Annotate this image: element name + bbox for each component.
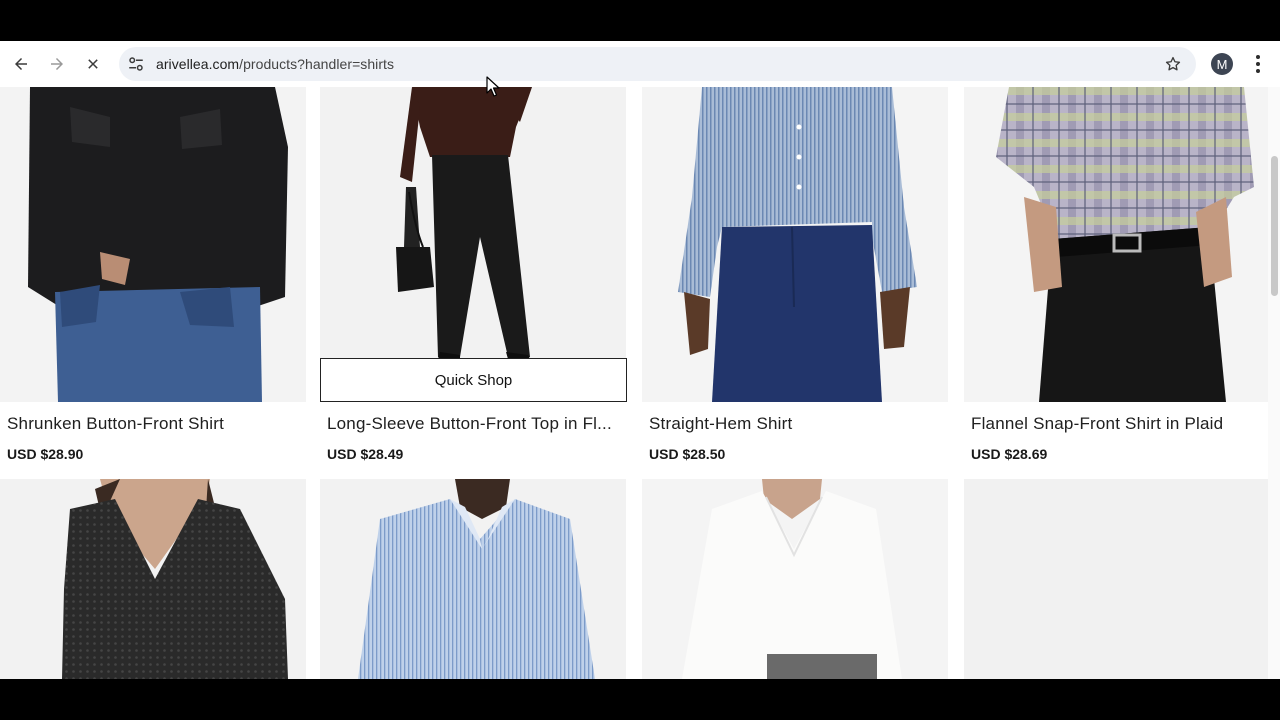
- address-bar[interactable]: arivellea.com/products?handler=shirts: [119, 47, 1196, 81]
- product-image[interactable]: [642, 87, 948, 402]
- close-icon: [88, 59, 98, 69]
- video-letterbox-top: [0, 0, 1280, 41]
- profile-avatar[interactable]: M: [1211, 53, 1233, 75]
- product-image[interactable]: [0, 479, 306, 679]
- url-path: /products?handler=shirts: [239, 56, 395, 72]
- product-image[interactable]: [320, 479, 626, 679]
- product-price: USD $28.50: [649, 446, 726, 462]
- product-name[interactable]: Flannel Snap-Front Shirt in Plaid: [971, 414, 1261, 434]
- arrow-right-icon: [51, 58, 63, 70]
- product-grid-page: Shrunken Button-Front Shirt USD $28.90 Q…: [0, 87, 1280, 679]
- product-image[interactable]: [642, 479, 948, 679]
- url-text[interactable]: arivellea.com/products?handler=shirts: [156, 56, 394, 72]
- browser-toolbar: arivellea.com/products?handler=shirts M: [0, 41, 1280, 87]
- back-button[interactable]: [7, 50, 35, 78]
- product-image-placeholder[interactable]: [964, 479, 1270, 679]
- product-price: USD $28.49: [327, 446, 404, 462]
- product-image[interactable]: [320, 87, 626, 402]
- product-price: USD $28.69: [971, 446, 1048, 462]
- product-name[interactable]: Straight-Hem Shirt: [649, 414, 939, 434]
- product-name[interactable]: Long-Sleeve Button-Front Top in Fl...: [327, 414, 617, 434]
- profile-initial: M: [1216, 56, 1228, 72]
- product-name[interactable]: Shrunken Button-Front Shirt: [7, 414, 297, 434]
- site-settings-icon[interactable]: [127, 55, 145, 73]
- forward-button[interactable]: [43, 50, 71, 78]
- product-image[interactable]: [0, 87, 306, 402]
- mouse-cursor-icon: [486, 76, 500, 97]
- bookmark-star-icon[interactable]: [1164, 55, 1182, 73]
- stop-loading-button[interactable]: [79, 50, 107, 78]
- product-image[interactable]: [964, 87, 1270, 402]
- page-scrollbar[interactable]: [1268, 87, 1280, 679]
- quick-shop-button[interactable]: Quick Shop: [320, 358, 627, 402]
- scrollbar-thumb[interactable]: [1271, 156, 1278, 296]
- product-price: USD $28.90: [7, 446, 84, 462]
- arrow-left-icon: [15, 58, 27, 70]
- browser-menu-icon[interactable]: [1248, 52, 1268, 76]
- url-domain: arivellea.com: [156, 56, 240, 72]
- video-letterbox-bottom: [0, 679, 1280, 720]
